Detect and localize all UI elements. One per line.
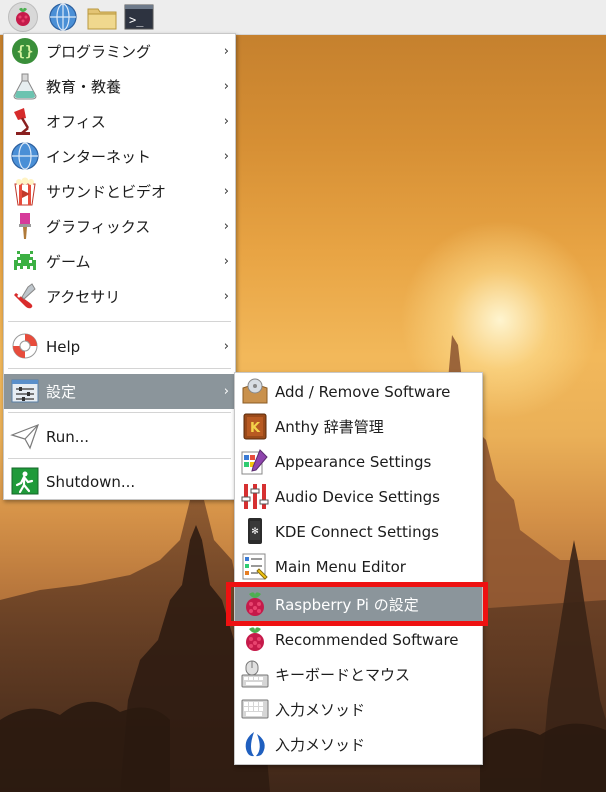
menu-item-education[interactable]: 教育・教養 › — [4, 69, 235, 104]
submenu-item-recommended-software[interactable]: Recommended Software — [235, 622, 482, 657]
menu-item-label: 設定 — [46, 383, 77, 401]
folder-icon — [87, 8, 117, 30]
submenu-arrow-icon: › — [223, 149, 229, 164]
submenu-item-anthy-dictionary[interactable]: K Anthy 辞書管理 — [235, 409, 482, 444]
submenu-item-add-remove-software[interactable]: Add / Remove Software — [235, 374, 482, 409]
submenu-item-label: キーボードとマウス — [275, 666, 411, 684]
menu-item-label: Help — [46, 337, 81, 356]
input-method-icon — [245, 732, 265, 757]
svg-text:{}: {} — [17, 44, 34, 60]
menu-item-shutdown[interactable]: Shutdown... — [4, 464, 235, 499]
phone-icon: ✻ — [248, 518, 262, 544]
menu-item-run[interactable]: Run... — [4, 419, 235, 454]
swiss-knife-icon — [14, 283, 36, 309]
raspberry-icon — [246, 627, 264, 651]
raspberry-icon — [16, 7, 30, 26]
menu-separator — [8, 321, 231, 322]
appearance-icon — [241, 449, 268, 475]
lifebuoy-icon — [12, 333, 38, 359]
menu-separator — [8, 458, 231, 459]
menu-separator — [8, 368, 231, 369]
menu-item-label: 教育・教養 — [46, 78, 122, 96]
code-braces-icon: {} — [12, 38, 38, 64]
menu-item-preferences[interactable]: 設定 › — [4, 374, 235, 409]
submenu-item-label: KDE Connect Settings — [275, 522, 439, 541]
submenu-item-kde-connect-settings[interactable]: ✻ KDE Connect Settings — [235, 514, 482, 549]
submenu-item-label: Appearance Settings — [275, 452, 432, 471]
submenu-item-audio-device-settings[interactable]: Audio Device Settings — [235, 479, 482, 514]
menu-item-label: グラフィックス — [46, 218, 151, 236]
menu-item-office[interactable]: オフィス › — [4, 104, 235, 139]
terminal-launcher[interactable]: >_ — [124, 2, 154, 32]
menu-item-label: プログラミング — [46, 43, 152, 61]
submenu-item-label: Recommended Software — [275, 630, 459, 649]
submenu-arrow-icon: › — [223, 384, 229, 399]
submenu-item-label: Add / Remove Software — [275, 382, 451, 401]
menu-item-label: ゲーム — [46, 253, 91, 271]
paintbrush-icon — [19, 213, 31, 239]
file-manager-launcher[interactable] — [86, 2, 117, 32]
menu-editor-icon — [242, 553, 268, 580]
submenu-arrow-icon: › — [223, 79, 229, 94]
top-panel: >_ — [0, 0, 606, 35]
menu-item-label: サウンドとビデオ — [46, 183, 167, 201]
dictionary-icon: K — [243, 413, 267, 440]
menu-item-games[interactable]: ゲーム › — [4, 244, 235, 279]
menu-item-label: オフィス — [46, 113, 106, 131]
application-menu: {} プログラミング › 教育・教養 › オフィス › インターネット › サウ… — [3, 33, 236, 500]
submenu-item-label: Main Menu Editor — [275, 557, 406, 576]
submenu-item-label: 入力メソッド — [275, 736, 366, 754]
submenu-arrow-icon: › — [223, 44, 229, 59]
submenu-item-input-method-2[interactable]: 入力メソッド — [235, 727, 482, 762]
preferences-submenu: Add / Remove Software K Anthy 辞書管理 Appea… — [234, 372, 483, 765]
space-invader-icon — [14, 251, 36, 270]
svg-text:>_: >_ — [129, 13, 144, 27]
desk-lamp-icon — [14, 108, 30, 135]
web-browser-launcher[interactable] — [48, 2, 78, 32]
submenu-arrow-icon: › — [223, 339, 229, 354]
keyboard-mouse-icon — [241, 660, 269, 688]
globe-icon — [11, 142, 39, 170]
flask-icon — [13, 73, 37, 100]
exit-icon — [11, 467, 39, 495]
package-icon — [242, 378, 268, 404]
popcorn-icon — [14, 177, 36, 206]
submenu-arrow-icon: › — [223, 289, 229, 304]
terminal-icon: >_ — [124, 4, 154, 30]
paper-plane-icon — [10, 423, 39, 450]
submenu-item-appearance-settings[interactable]: Appearance Settings — [235, 444, 482, 479]
submenu-item-keyboard-and-mouse[interactable]: キーボードとマウス — [235, 657, 482, 692]
svg-text:K: K — [250, 421, 261, 436]
submenu-item-label: 入力メソッド — [275, 701, 366, 719]
settings-panel-icon — [11, 379, 39, 403]
globe-icon — [49, 3, 77, 31]
menu-item-help[interactable]: Help › — [4, 329, 235, 364]
mixer-sliders-icon — [241, 484, 269, 509]
submenu-arrow-icon: › — [223, 184, 229, 199]
menu-item-label: Shutdown... — [46, 472, 136, 491]
submenu-arrow-icon: › — [223, 219, 229, 234]
menu-item-sound-video[interactable]: サウンドとビデオ › — [4, 174, 235, 209]
menu-item-accessories[interactable]: アクセサリ › — [4, 279, 235, 314]
menu-item-label: インターネット — [46, 148, 152, 166]
menu-separator — [8, 412, 231, 413]
submenu-arrow-icon: › — [223, 114, 229, 129]
menu-item-graphics[interactable]: グラフィックス › — [4, 209, 235, 244]
submenu-arrow-icon: › — [223, 254, 229, 269]
highlight-annotation-box — [226, 582, 488, 626]
keyboard-icon — [241, 699, 269, 719]
submenu-item-label: Anthy 辞書管理 — [275, 418, 384, 436]
submenu-item-input-method-1[interactable]: 入力メソッド — [235, 692, 482, 727]
menu-item-label: アクセサリ — [46, 288, 121, 306]
menu-item-label: Run... — [46, 427, 90, 446]
svg-text:✻: ✻ — [251, 527, 259, 537]
menu-item-internet[interactable]: インターネット › — [4, 139, 235, 174]
raspberry-menu-button[interactable] — [8, 2, 38, 32]
submenu-item-main-menu-editor[interactable]: Main Menu Editor — [235, 549, 482, 584]
menu-item-programming[interactable]: {} プログラミング › — [4, 34, 235, 69]
submenu-item-label: Audio Device Settings — [275, 487, 440, 506]
